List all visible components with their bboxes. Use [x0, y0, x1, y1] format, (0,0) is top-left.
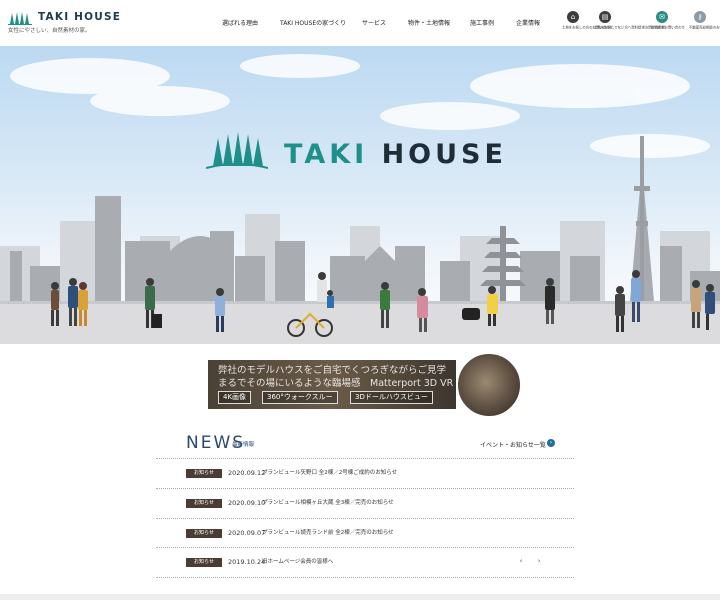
news-subheading: 最新情報: [232, 442, 255, 448]
news-text: 旧ホームページ会員の皆様へ: [262, 559, 334, 565]
sale-consult-label: 不動産売却相談のお申し込み: [688, 25, 720, 30]
news-date: 2020.09.12: [228, 469, 266, 477]
news-item[interactable]: お知らせ 2020.09.07 プランビュール読売ランド前 全2棟／完売のお知ら…: [156, 518, 574, 548]
vr-tag: 360°ウォークスルー: [262, 391, 338, 404]
news-date: 2020.09.10: [228, 499, 266, 507]
house-icon: ⌂: [567, 11, 579, 23]
cityscape-illustration: [0, 54, 720, 344]
news-divider: [156, 577, 574, 578]
news-tag: お知らせ: [186, 558, 222, 567]
news-item[interactable]: お知らせ 2020.09.10 プランビュール相模ヶ丘大蔵 全3棟／完売のお知ら…: [156, 488, 574, 518]
hero-illustration: TAKI HOUSE: [0, 46, 720, 344]
hero-title-accent: TAKI: [284, 139, 369, 170]
key-icon: ⚷: [694, 11, 706, 23]
news-tag: お知らせ: [186, 499, 222, 508]
news-pager: ‹ ›: [512, 557, 548, 565]
footer-strip: [0, 594, 720, 600]
hero-title-rest: HOUSE: [368, 139, 507, 170]
nav-properties[interactable]: 物件・土地情報: [408, 18, 450, 27]
logo-name: TAKI HOUSE: [38, 11, 122, 23]
vr-banner-line2: まるでその場にいるような臨場感 Matterport 3D VR: [218, 378, 454, 389]
news-more-link[interactable]: イベント・お知らせ一覧: [480, 440, 546, 449]
hero-title: TAKI HOUSE: [284, 139, 507, 170]
vr-tag: 3Dドールハウスビュー: [350, 391, 433, 404]
news-date: 2020.09.07: [228, 529, 266, 537]
vr-banner-line1: 弊社のモデルハウスをご自宅でくつろぎながらご見学: [218, 365, 447, 376]
contact-label: 資料請求お問い合わせ: [650, 25, 685, 30]
news-text: プランビュール相模ヶ丘大蔵 全3棟／完売のお知らせ: [262, 500, 394, 506]
logo-tagline: 女性にやさしい、自然素材の家。: [8, 28, 91, 34]
document-icon: ▤: [599, 11, 611, 23]
news-date: 2019.10.24: [228, 558, 266, 566]
mail-icon: ✉: [656, 11, 668, 23]
brochure-inquiry-label: 土地をお探しでない方へ資料請求お問い合わせ: [593, 25, 666, 30]
news-tag: お知らせ: [186, 529, 222, 538]
news-tag: お知らせ: [186, 469, 222, 478]
vr-tour-banner[interactable]: 弊社のモデルハウスをご自宅でくつろぎながらご見学 まるでその場にいるような臨場感…: [208, 360, 456, 409]
hero-brand-logo: TAKI HOUSE: [206, 132, 516, 176]
nav-reasons[interactable]: 選ばれる理由: [222, 18, 258, 27]
nav-company[interactable]: 企業情報: [516, 18, 540, 27]
sale-consult-button[interactable]: ⚷ 不動産売却相談のお申し込み: [687, 11, 720, 30]
pager-prev-button[interactable]: ‹: [512, 557, 530, 565]
news-item[interactable]: お知らせ 2020.09.12 プランビュール矢野口 全2棟／2号棟ご成約のお知…: [156, 458, 574, 488]
land-inquiry-label: 土地をお探しの方のお問い合わせ: [561, 25, 613, 30]
pager-next-button[interactable]: ›: [530, 557, 548, 565]
trees-logo-icon: [206, 132, 268, 169]
news-text: プランビュール矢野口 全2棟／2号棟ご成約のお知らせ: [262, 470, 398, 476]
site-header: TAKI HOUSE 女性にやさしい、自然素材の家。 選ばれる理由 TAKI H…: [0, 0, 720, 46]
vr-tag: 4K画像: [218, 391, 252, 404]
trees-logo-icon: [8, 12, 32, 25]
news-text: プランビュール読売ランド前 全2棟／完売のお知らせ: [262, 530, 394, 536]
nav-house-building[interactable]: TAKI HOUSEの家づくり: [280, 18, 346, 27]
arrow-right-icon[interactable]: ›: [547, 439, 555, 447]
contact-button[interactable]: ✉ 資料請求お問い合わせ: [649, 11, 685, 30]
vr-dollhouse-image[interactable]: [456, 352, 522, 418]
nav-services[interactable]: サービス: [362, 18, 386, 27]
brochure-inquiry-button[interactable]: ▤ 土地をお探しでない方へ資料請求お問い合わせ: [592, 11, 666, 30]
land-inquiry-button[interactable]: ⌂ 土地をお探しの方のお問い合わせ: [560, 11, 613, 30]
nav-works[interactable]: 施工事例: [470, 18, 494, 27]
